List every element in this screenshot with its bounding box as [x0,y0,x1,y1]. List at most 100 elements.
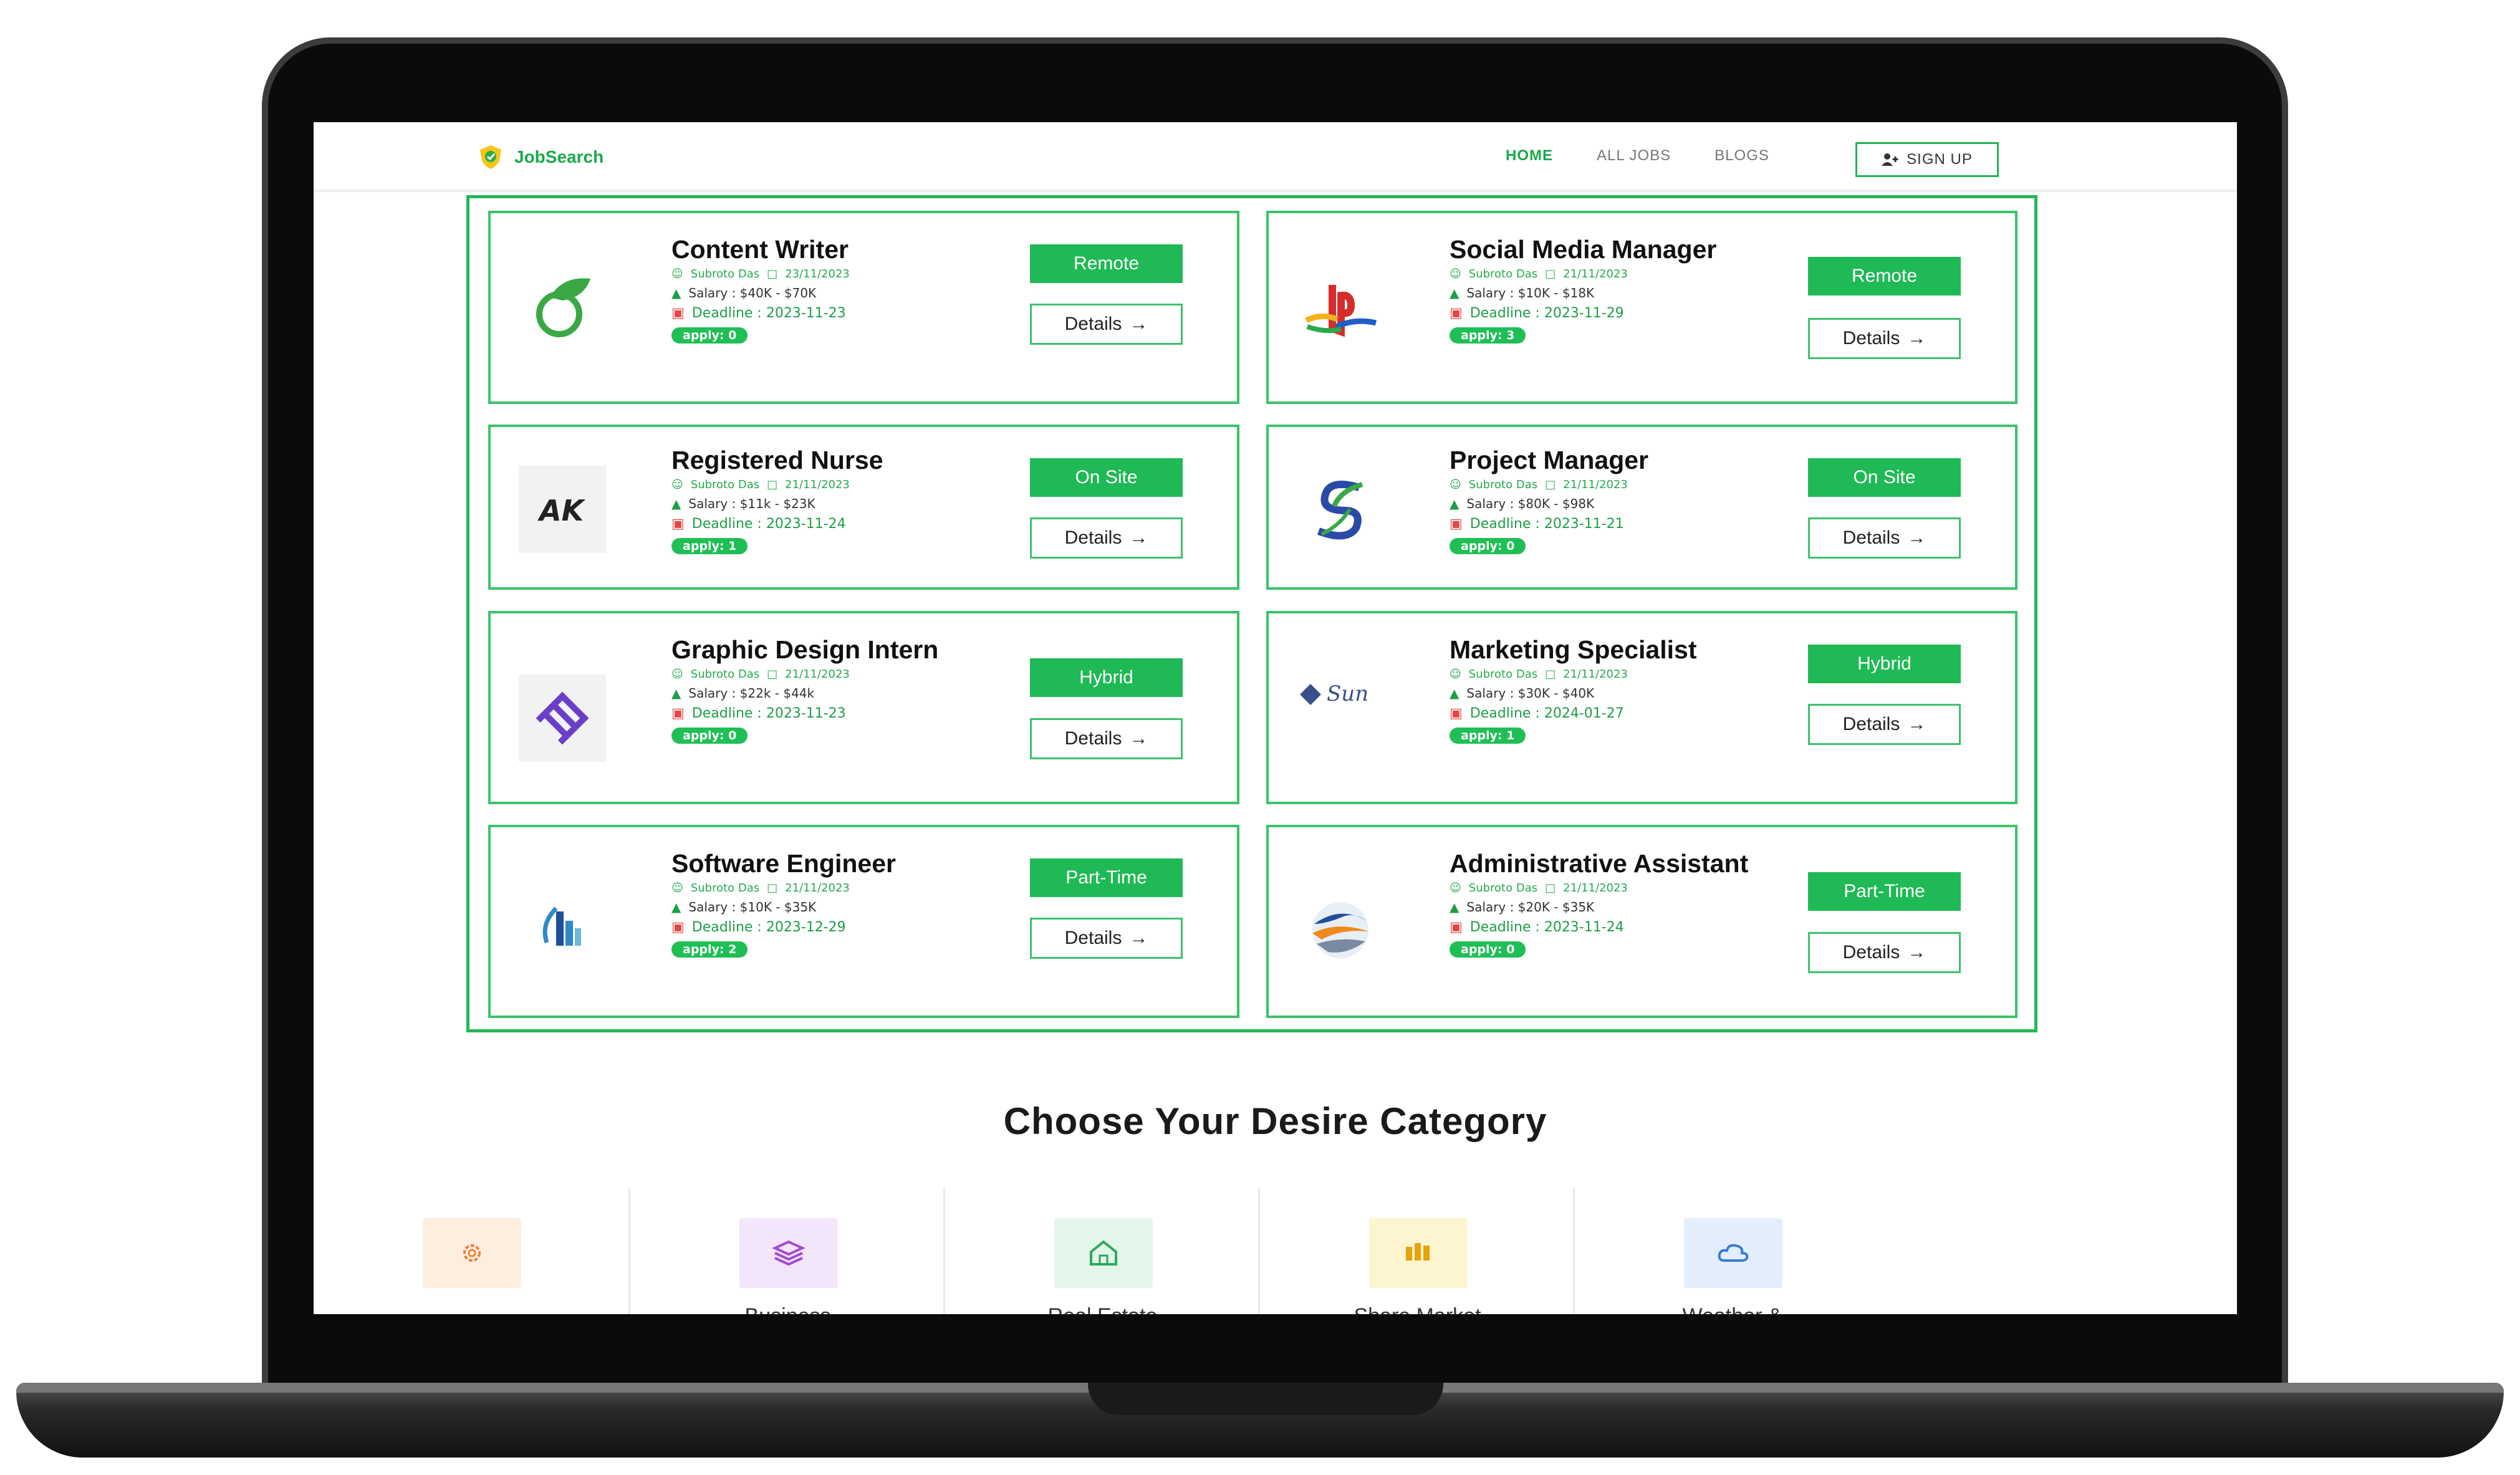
details-button[interactable]: Details → [1808,932,1961,973]
brand-logo-icon [480,145,501,169]
job-deadline: Deadline : 2023-11-23 [691,305,846,321]
job-title[interactable]: Social Media Manager [1450,235,1799,264]
job-card: Graphic Design Intern ☺ Subroto Das □ 21… [488,611,1239,804]
job-card: Social Media Manager ☺ Subroto Das □ 21/… [1266,211,2017,404]
jobs-grid: Content Writer ☺ Subroto Das □ 23/11/202… [466,195,2037,1032]
job-deadline: Deadline : 2024-01-27 [1469,706,1624,721]
details-button[interactable]: Details → [1030,718,1183,759]
apply-count-badge: apply: 0 [1450,941,1526,958]
brand[interactable]: JobSearch [477,143,604,171]
company-logo: Sun [1297,651,1384,738]
nav-blogs[interactable]: BLOGS [1714,147,1769,165]
job-type-button[interactable]: Part-Time [1030,858,1183,897]
apply-count-badge: apply: 0 [671,728,748,744]
details-button[interactable]: Details → [1808,318,1961,359]
company-logo [1297,466,1384,553]
money-bag-icon: ▲ [1450,496,1460,511]
calendar-icon: ▣ [1450,516,1463,532]
nav-all-jobs[interactable]: ALL JOBS [1597,147,1671,165]
svg-text:AK: AK [537,494,586,527]
job-title[interactable]: Project Manager [1450,446,1799,474]
nav-home[interactable]: HOME [1506,147,1553,165]
job-salary: Salary : $30K - $40K [1466,686,1595,701]
job-title[interactable]: Content Writer [671,235,1021,264]
arrow-right-icon: → [1129,928,1148,948]
job-type-button[interactable]: Hybrid [1808,645,1961,683]
apply-count-badge: apply: 1 [671,538,748,554]
category-icon-box [1054,1218,1153,1288]
job-deadline: Deadline : 2023-12-29 [691,920,846,935]
category-item[interactable]: Share Market [1258,1188,1573,1314]
job-title[interactable]: Registered Nurse [671,446,1021,474]
company-logo [1297,266,1384,353]
calendar-icon: ▣ [1450,920,1463,935]
chart-bars-icon [1406,1243,1430,1261]
job-date: 21/11/2023 [785,882,850,895]
category-item[interactable]: Real Estate [943,1188,1258,1314]
house-icon [1090,1240,1117,1266]
details-button[interactable]: Details → [1808,704,1961,745]
details-button[interactable]: Details → [1030,918,1183,959]
job-card: Project Manager ☺ Subroto Das □ 21/11/20… [1266,425,2017,590]
navbar: JobSearch HOME ALL JOBS BLOGS SIGN UP [314,122,2237,192]
calendar-icon: ▣ [671,305,685,321]
calendar-icon: □ [1545,882,1556,895]
details-button[interactable]: Details → [1030,517,1183,559]
job-salary: Salary : $40K - $70K [688,286,817,300]
job-poster: Subroto Das [1468,478,1538,491]
playstation-logo-icon [1305,285,1377,337]
job-deadline: Deadline : 2023-11-23 [691,706,846,721]
details-label: Details [1842,328,1900,348]
nav-links: HOME ALL JOBS BLOGS [1506,147,1769,165]
arrow-right-icon: → [1907,942,1926,963]
category-item[interactable]: Weather & [1573,1188,1888,1314]
details-label: Details [1064,728,1122,749]
job-salary: Salary : $10K - $18K [1466,286,1595,300]
category-icon-box [739,1218,838,1288]
svg-text:Sun: Sun [1327,681,1368,706]
job-salary: Salary : $20K - $35K [1466,900,1595,915]
job-deadline: Deadline : 2023-11-21 [1469,516,1624,532]
job-type-button[interactable]: Remote [1808,257,1961,295]
job-type-button[interactable]: Remote [1030,244,1183,283]
signup-label: SIGN UP [1907,151,1973,168]
job-title[interactable]: Software Engineer [671,849,1021,878]
calendar-icon: □ [767,267,778,281]
details-button[interactable]: Details → [1808,517,1961,559]
job-type-button[interactable]: Part-Time [1808,872,1961,911]
user-icon: ☺ [1450,668,1461,681]
layers-icon [772,1240,806,1266]
details-label: Details [1842,714,1900,734]
calendar-icon: ▣ [671,706,685,721]
job-title[interactable]: Graphic Design Intern [671,635,1021,664]
user-icon: ☺ [671,267,683,281]
job-type-button[interactable]: On Site [1808,458,1961,497]
job-poster: Subroto Das [690,478,760,491]
job-deadline: Deadline : 2023-11-24 [1469,920,1624,935]
category-icon-box [423,1218,521,1288]
apply-count-badge: apply: 0 [671,327,748,344]
details-button[interactable]: Details → [1030,304,1183,345]
job-date: 21/11/2023 [1563,478,1628,491]
user-icon: ☺ [1450,882,1461,895]
signup-button[interactable]: SIGN UP [1855,142,1999,177]
category-item[interactable]: Business [628,1188,943,1314]
calendar-icon: ▣ [671,920,685,935]
job-salary: Salary : $22k - $44k [688,686,815,701]
category-item[interactable] [314,1188,628,1314]
job-title[interactable]: Marketing Specialist [1450,635,1799,664]
arrow-right-icon: → [1129,527,1148,548]
user-icon: ☺ [1450,267,1461,281]
arrow-right-icon: → [1907,527,1926,548]
job-type-button[interactable]: Hybrid [1030,658,1183,697]
job-salary: Salary : $11k - $23K [688,496,815,511]
job-type-button[interactable]: On Site [1030,458,1183,497]
calendar-icon: □ [1545,267,1556,281]
money-bag-icon: ▲ [671,686,681,701]
sun-logo-icon: Sun [1300,681,1368,706]
calendar-icon: □ [1545,478,1556,491]
category-label: Weather & [1575,1304,1890,1314]
calendar-icon: ▣ [671,516,685,532]
job-title[interactable]: Administrative Assistant [1450,849,1799,878]
company-logo [519,880,606,968]
